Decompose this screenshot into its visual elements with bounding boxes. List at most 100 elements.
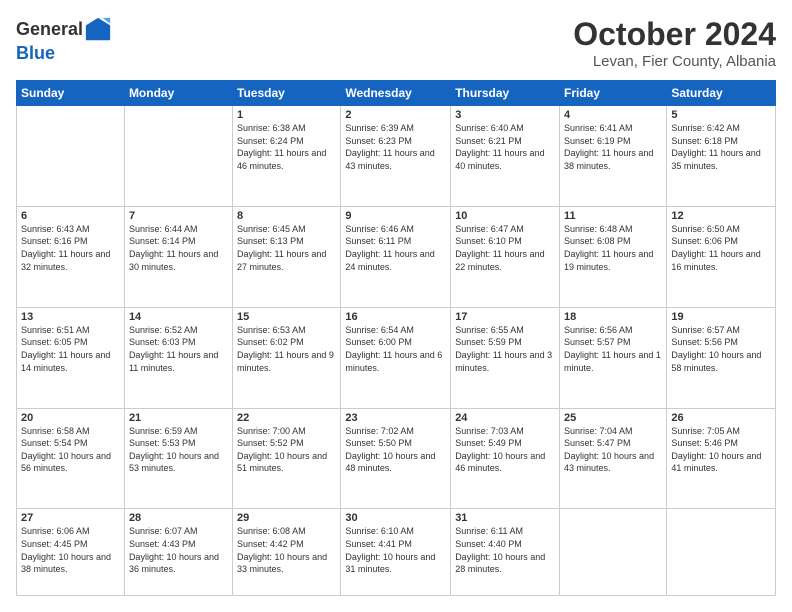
calendar-cell: 28Sunrise: 6:07 AM Sunset: 4:43 PM Dayli… [124,509,232,596]
calendar-cell: 14Sunrise: 6:52 AM Sunset: 6:03 PM Dayli… [124,307,232,408]
calendar-cell: 30Sunrise: 6:10 AM Sunset: 4:41 PM Dayli… [341,509,451,596]
weekday-header: Saturday [667,81,776,106]
calendar-cell: 16Sunrise: 6:54 AM Sunset: 6:00 PM Dayli… [341,307,451,408]
day-number: 29 [237,512,336,524]
weekday-header: Sunday [17,81,125,106]
day-number: 25 [564,412,662,424]
day-number: 4 [564,109,662,121]
day-number: 10 [455,210,555,222]
calendar-week-row: 13Sunrise: 6:51 AM Sunset: 6:05 PM Dayli… [17,307,776,408]
calendar-cell [17,106,125,207]
day-info: Sunrise: 7:02 AM Sunset: 5:50 PM Dayligh… [345,425,446,475]
calendar-cell: 27Sunrise: 6:06 AM Sunset: 4:45 PM Dayli… [17,509,125,596]
day-info: Sunrise: 6:11 AM Sunset: 4:40 PM Dayligh… [455,525,555,575]
day-number: 1 [237,109,336,121]
calendar-cell: 24Sunrise: 7:03 AM Sunset: 5:49 PM Dayli… [451,408,560,509]
calendar-cell: 11Sunrise: 6:48 AM Sunset: 6:08 PM Dayli… [560,206,667,307]
day-number: 16 [345,311,446,323]
day-info: Sunrise: 6:41 AM Sunset: 6:19 PM Dayligh… [564,122,662,172]
day-number: 8 [237,210,336,222]
day-number: 7 [129,210,228,222]
title-block: October 2024 Levan, Fier County, Albania [573,16,776,70]
calendar-table: SundayMondayTuesdayWednesdayThursdayFrid… [16,80,776,596]
day-info: Sunrise: 6:53 AM Sunset: 6:02 PM Dayligh… [237,324,336,374]
calendar-cell: 7Sunrise: 6:44 AM Sunset: 6:14 PM Daylig… [124,206,232,307]
day-info: Sunrise: 6:42 AM Sunset: 6:18 PM Dayligh… [671,122,771,172]
calendar-cell: 29Sunrise: 6:08 AM Sunset: 4:42 PM Dayli… [233,509,341,596]
calendar-cell: 17Sunrise: 6:55 AM Sunset: 5:59 PM Dayli… [451,307,560,408]
day-info: Sunrise: 7:00 AM Sunset: 5:52 PM Dayligh… [237,425,336,475]
calendar-cell: 8Sunrise: 6:45 AM Sunset: 6:13 PM Daylig… [233,206,341,307]
day-number: 18 [564,311,662,323]
day-info: Sunrise: 6:50 AM Sunset: 6:06 PM Dayligh… [671,223,771,273]
day-number: 22 [237,412,336,424]
logo-general-text: General [16,19,83,39]
calendar-week-row: 6Sunrise: 6:43 AM Sunset: 6:16 PM Daylig… [17,206,776,307]
day-info: Sunrise: 6:54 AM Sunset: 6:00 PM Dayligh… [345,324,446,374]
calendar-cell: 6Sunrise: 6:43 AM Sunset: 6:16 PM Daylig… [17,206,125,307]
day-info: Sunrise: 6:47 AM Sunset: 6:10 PM Dayligh… [455,223,555,273]
weekday-header: Wednesday [341,81,451,106]
calendar-cell: 15Sunrise: 6:53 AM Sunset: 6:02 PM Dayli… [233,307,341,408]
day-info: Sunrise: 6:56 AM Sunset: 5:57 PM Dayligh… [564,324,662,374]
day-info: Sunrise: 7:04 AM Sunset: 5:47 PM Dayligh… [564,425,662,475]
calendar-cell: 9Sunrise: 6:46 AM Sunset: 6:11 PM Daylig… [341,206,451,307]
day-info: Sunrise: 6:51 AM Sunset: 6:05 PM Dayligh… [21,324,120,374]
day-number: 31 [455,512,555,524]
calendar-week-row: 20Sunrise: 6:58 AM Sunset: 5:54 PM Dayli… [17,408,776,509]
day-info: Sunrise: 6:39 AM Sunset: 6:23 PM Dayligh… [345,122,446,172]
day-info: Sunrise: 6:44 AM Sunset: 6:14 PM Dayligh… [129,223,228,273]
calendar-week-row: 1Sunrise: 6:38 AM Sunset: 6:24 PM Daylig… [17,106,776,207]
calendar-cell: 5Sunrise: 6:42 AM Sunset: 6:18 PM Daylig… [667,106,776,207]
calendar-cell [124,106,232,207]
day-info: Sunrise: 6:46 AM Sunset: 6:11 PM Dayligh… [345,223,446,273]
day-number: 15 [237,311,336,323]
calendar-cell: 26Sunrise: 7:05 AM Sunset: 5:46 PM Dayli… [667,408,776,509]
day-info: Sunrise: 6:07 AM Sunset: 4:43 PM Dayligh… [129,525,228,575]
day-info: Sunrise: 6:38 AM Sunset: 6:24 PM Dayligh… [237,122,336,172]
logo-blue-text: Blue [16,43,55,63]
day-number: 20 [21,412,120,424]
calendar-cell: 21Sunrise: 6:59 AM Sunset: 5:53 PM Dayli… [124,408,232,509]
day-info: Sunrise: 6:06 AM Sunset: 4:45 PM Dayligh… [21,525,120,575]
day-number: 21 [129,412,228,424]
calendar-header-row: SundayMondayTuesdayWednesdayThursdayFrid… [17,81,776,106]
day-number: 3 [455,109,555,121]
day-number: 17 [455,311,555,323]
day-info: Sunrise: 6:10 AM Sunset: 4:41 PM Dayligh… [345,525,446,575]
day-number: 28 [129,512,228,524]
day-info: Sunrise: 6:58 AM Sunset: 5:54 PM Dayligh… [21,425,120,475]
calendar-cell [667,509,776,596]
calendar-cell: 10Sunrise: 6:47 AM Sunset: 6:10 PM Dayli… [451,206,560,307]
day-number: 14 [129,311,228,323]
calendar-cell: 12Sunrise: 6:50 AM Sunset: 6:06 PM Dayli… [667,206,776,307]
day-info: Sunrise: 6:45 AM Sunset: 6:13 PM Dayligh… [237,223,336,273]
day-number: 12 [671,210,771,222]
month-title: October 2024 [573,16,776,53]
calendar-cell [560,509,667,596]
day-info: Sunrise: 6:52 AM Sunset: 6:03 PM Dayligh… [129,324,228,374]
day-info: Sunrise: 6:43 AM Sunset: 6:16 PM Dayligh… [21,223,120,273]
calendar-cell: 1Sunrise: 6:38 AM Sunset: 6:24 PM Daylig… [233,106,341,207]
day-info: Sunrise: 6:55 AM Sunset: 5:59 PM Dayligh… [455,324,555,374]
logo-icon [84,16,112,44]
calendar-cell: 4Sunrise: 6:41 AM Sunset: 6:19 PM Daylig… [560,106,667,207]
weekday-header: Tuesday [233,81,341,106]
header: General Blue October 2024 Levan, Fier Co… [16,16,776,70]
calendar-cell: 22Sunrise: 7:00 AM Sunset: 5:52 PM Dayli… [233,408,341,509]
day-number: 2 [345,109,446,121]
calendar-cell: 23Sunrise: 7:02 AM Sunset: 5:50 PM Dayli… [341,408,451,509]
weekday-header: Monday [124,81,232,106]
day-number: 30 [345,512,446,524]
weekday-header: Thursday [451,81,560,106]
day-info: Sunrise: 7:03 AM Sunset: 5:49 PM Dayligh… [455,425,555,475]
day-number: 19 [671,311,771,323]
day-info: Sunrise: 6:48 AM Sunset: 6:08 PM Dayligh… [564,223,662,273]
calendar-cell: 19Sunrise: 6:57 AM Sunset: 5:56 PM Dayli… [667,307,776,408]
day-number: 6 [21,210,120,222]
day-number: 24 [455,412,555,424]
day-number: 26 [671,412,771,424]
day-info: Sunrise: 7:05 AM Sunset: 5:46 PM Dayligh… [671,425,771,475]
day-number: 9 [345,210,446,222]
day-number: 5 [671,109,771,121]
